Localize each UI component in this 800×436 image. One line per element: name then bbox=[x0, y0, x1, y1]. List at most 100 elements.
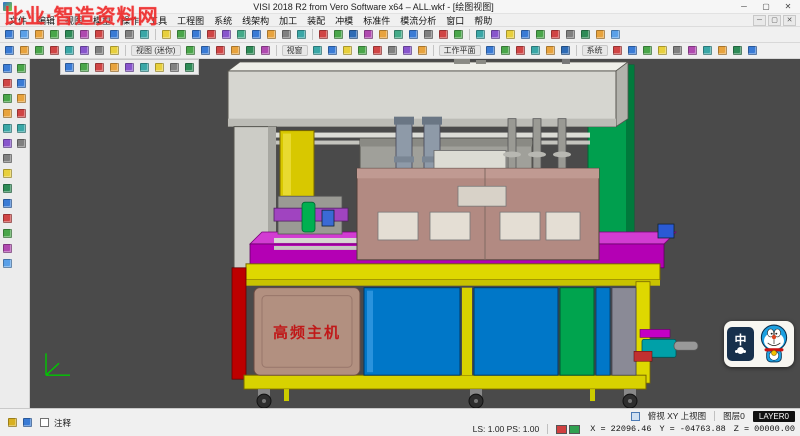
tool-icon[interactable] bbox=[15, 136, 29, 151]
tool-icon[interactable] bbox=[279, 28, 294, 42]
tool-icon[interactable] bbox=[182, 60, 197, 74]
tool-icon[interactable] bbox=[15, 76, 29, 91]
tool-icon[interactable] bbox=[640, 44, 655, 58]
tool-icon[interactable] bbox=[183, 44, 198, 58]
tool-icon[interactable] bbox=[107, 28, 122, 42]
tool-icon[interactable] bbox=[47, 28, 62, 42]
menu-item[interactable]: 操作 bbox=[116, 14, 144, 27]
toolbar-group-workplane[interactable]: 工作平面 bbox=[439, 45, 481, 56]
tool-icon[interactable] bbox=[174, 28, 189, 42]
toolbar-group-system[interactable]: 系统 bbox=[582, 45, 608, 56]
tool-icon[interactable] bbox=[558, 44, 573, 58]
tool-icon[interactable] bbox=[17, 28, 32, 42]
tool-icon[interactable] bbox=[137, 28, 152, 42]
menu-item[interactable]: 加工 bbox=[274, 14, 302, 27]
tool-icon[interactable] bbox=[1, 61, 15, 76]
tool-icon[interactable] bbox=[15, 91, 29, 106]
tool-icon[interactable] bbox=[655, 44, 670, 58]
tool-icon[interactable] bbox=[370, 44, 385, 58]
tool-icon[interactable] bbox=[77, 28, 92, 42]
tool-icon[interactable] bbox=[294, 28, 309, 42]
tool-icon[interactable] bbox=[198, 44, 213, 58]
tool-icon[interactable] bbox=[528, 44, 543, 58]
menu-item[interactable]: 帮助 bbox=[469, 14, 497, 27]
tool-icon[interactable] bbox=[1, 196, 15, 211]
tool-icon[interactable] bbox=[543, 44, 558, 58]
tool-icon[interactable] bbox=[548, 28, 563, 42]
tool-icon[interactable] bbox=[1, 151, 15, 166]
tool-icon[interactable] bbox=[1, 256, 15, 271]
tool-icon[interactable] bbox=[700, 44, 715, 58]
toolbar-group-window[interactable]: 视窗 bbox=[282, 45, 308, 56]
tool-icon[interactable] bbox=[316, 28, 331, 42]
menu-item[interactable]: 文件 bbox=[4, 14, 32, 27]
tool-icon[interactable] bbox=[15, 106, 29, 121]
tool-icon[interactable] bbox=[32, 28, 47, 42]
tool-icon[interactable] bbox=[1, 226, 15, 241]
menu-item[interactable]: 冲模 bbox=[330, 14, 358, 27]
tool-icon[interactable] bbox=[503, 28, 518, 42]
tool-icon[interactable] bbox=[62, 44, 77, 58]
mdi-restore-button[interactable]: ▢ bbox=[768, 15, 781, 26]
tool-icon[interactable] bbox=[107, 60, 122, 74]
tool-icon[interactable] bbox=[563, 28, 578, 42]
tool-icon[interactable] bbox=[1, 211, 15, 226]
tool-icon[interactable] bbox=[213, 44, 228, 58]
tool-icon[interactable] bbox=[62, 28, 77, 42]
tool-icon[interactable] bbox=[20, 416, 35, 430]
toolbar-group-view-mini[interactable]: 视图 (迷你) bbox=[131, 45, 181, 56]
tool-icon[interactable] bbox=[5, 416, 20, 430]
tool-icon[interactable] bbox=[608, 28, 623, 42]
tool-icon[interactable] bbox=[167, 60, 182, 74]
tool-icon[interactable] bbox=[77, 44, 92, 58]
tool-icon[interactable] bbox=[1, 91, 15, 106]
view-info[interactable]: 俯视 XY 上视图 bbox=[648, 410, 706, 422]
tool-icon[interactable] bbox=[137, 60, 152, 74]
menu-item[interactable]: 工具 bbox=[144, 14, 172, 27]
minimize-button[interactable]: ─ bbox=[735, 0, 753, 13]
menu-item[interactable]: 标准件 bbox=[358, 14, 395, 27]
tool-icon[interactable] bbox=[400, 44, 415, 58]
tool-icon[interactable] bbox=[1, 76, 15, 91]
tool-icon[interactable] bbox=[219, 28, 234, 42]
tool-icon[interactable] bbox=[234, 28, 249, 42]
tool-icon[interactable] bbox=[249, 28, 264, 42]
tool-icon[interactable] bbox=[745, 44, 760, 58]
tool-icon[interactable] bbox=[685, 44, 700, 58]
tool-icon[interactable] bbox=[355, 44, 370, 58]
close-button[interactable]: ✕ bbox=[779, 0, 797, 13]
tool-icon[interactable] bbox=[152, 60, 167, 74]
tool-icon[interactable] bbox=[92, 44, 107, 58]
tool-icon[interactable] bbox=[228, 44, 243, 58]
tool-icon[interactable] bbox=[385, 44, 400, 58]
tool-icon[interactable] bbox=[406, 28, 421, 42]
menu-item[interactable]: 窗口 bbox=[441, 14, 469, 27]
menu-item[interactable]: 线架构 bbox=[237, 14, 274, 27]
tool-icon[interactable] bbox=[331, 28, 346, 42]
tool-icon[interactable] bbox=[361, 28, 376, 42]
tool-icon[interactable] bbox=[15, 61, 29, 76]
tool-icon[interactable] bbox=[32, 44, 47, 58]
tool-icon[interactable] bbox=[189, 28, 204, 42]
tool-icon[interactable] bbox=[204, 28, 219, 42]
tool-icon[interactable] bbox=[325, 44, 340, 58]
tool-icon[interactable] bbox=[670, 44, 685, 58]
menu-item[interactable]: 工程图 bbox=[172, 14, 209, 27]
tool-icon[interactable] bbox=[498, 44, 513, 58]
mdi-minimize-button[interactable]: ─ bbox=[753, 15, 766, 26]
tool-icon[interactable] bbox=[730, 44, 745, 58]
maximize-button[interactable]: ▢ bbox=[757, 0, 775, 13]
layer-chip[interactable]: LAYER0 bbox=[753, 411, 795, 422]
tool-icon[interactable] bbox=[421, 28, 436, 42]
tool-icon[interactable] bbox=[593, 28, 608, 42]
tool-icon[interactable] bbox=[578, 28, 593, 42]
tool-icon[interactable] bbox=[625, 44, 640, 58]
tool-icon[interactable] bbox=[1, 166, 15, 181]
tool-icon[interactable] bbox=[715, 44, 730, 58]
tool-icon[interactable] bbox=[610, 44, 625, 58]
tool-icon[interactable] bbox=[15, 121, 29, 136]
layer-text[interactable]: 图层0 bbox=[723, 410, 745, 422]
tool-icon[interactable] bbox=[1, 106, 15, 121]
tool-icon[interactable] bbox=[243, 44, 258, 58]
tool-icon[interactable] bbox=[483, 44, 498, 58]
